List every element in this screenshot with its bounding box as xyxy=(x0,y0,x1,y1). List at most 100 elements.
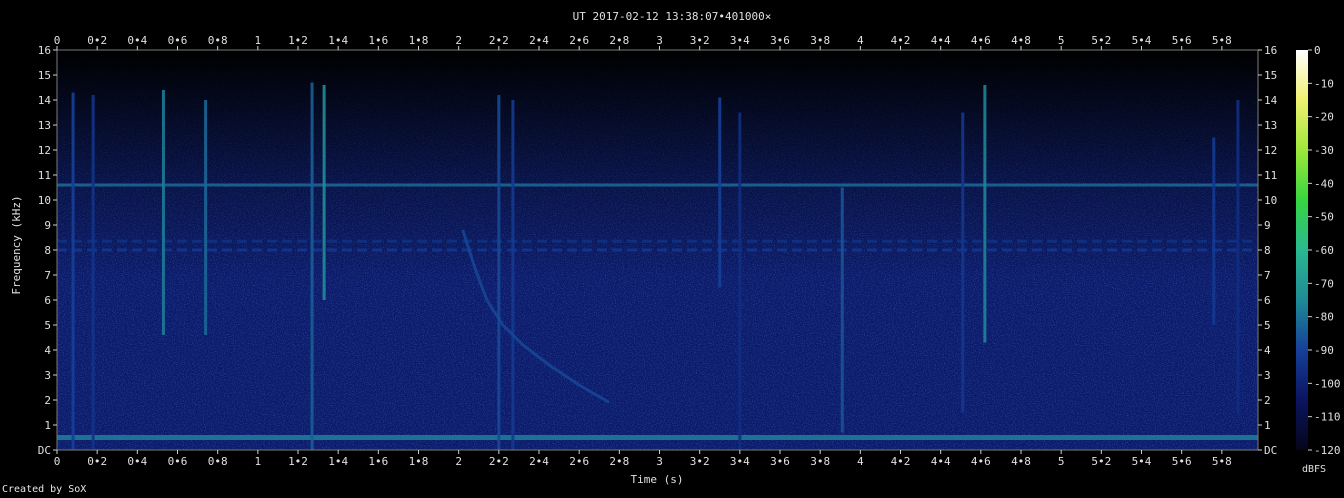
y-tick-label-right: 4 xyxy=(1264,344,1271,357)
x-tick-label-top: 5 xyxy=(1058,34,1065,47)
x-tick-label-top: 5•8 xyxy=(1212,34,1232,47)
x-tick-label-top: 4•2 xyxy=(891,34,911,47)
x-tick-label-bottom: 3•6 xyxy=(770,455,790,468)
x-tick-label-bottom: 4•2 xyxy=(891,455,911,468)
colorbar-tick-label: 0 xyxy=(1314,44,1321,57)
x-tick-label-top: 3•6 xyxy=(770,34,790,47)
x-tick-label-top: 2 xyxy=(455,34,462,47)
y-tick-label-right: 14 xyxy=(1264,94,1278,107)
x-tick-label-bottom: 1 xyxy=(255,455,262,468)
y-tick-label-left: 1 xyxy=(44,419,51,432)
colorbar-tick-label: -80 xyxy=(1314,311,1334,324)
x-tick-label-top: 5•4 xyxy=(1132,34,1152,47)
x-tick-label-top: 4•4 xyxy=(931,34,951,47)
x-tick-label-bottom: 4•4 xyxy=(931,455,951,468)
x-tick-label-top: 3•8 xyxy=(810,34,830,47)
y-tick-label-left: 3 xyxy=(44,369,51,382)
y-axis-right: DC12345678910111213141516 xyxy=(1258,44,1278,457)
y-tick-label-right: 10 xyxy=(1264,194,1277,207)
colorbar: 0 -10 -20 -30 -40 -50 -60 -70 -80 -90 -100 -110 -120… xyxy=(1296,44,1341,475)
colorbar-tick-label: -60 xyxy=(1314,244,1334,257)
y-tick-label-left: 10 xyxy=(38,194,51,207)
x-tick-label-bottom: 5•8 xyxy=(1212,455,1232,468)
x-tick-label-bottom: 0•6 xyxy=(168,455,188,468)
y-axis-label: Frequency (kHz) xyxy=(10,195,23,294)
x-tick-label-top: 1•8 xyxy=(409,34,429,47)
y-tick-label-right: 13 xyxy=(1264,119,1277,132)
y-tick-label-left: 14 xyxy=(38,94,52,107)
y-tick-label-left: 16 xyxy=(38,44,51,57)
x-tick-label-top: 0•2 xyxy=(87,34,107,47)
y-tick-label-left: 4 xyxy=(44,344,51,357)
x-tick-label-bottom: 4•8 xyxy=(1011,455,1031,468)
x-tick-label-top: 4•6 xyxy=(971,34,991,47)
x-tick-label-bottom: 0•4 xyxy=(127,455,147,468)
y-tick-label-right: 12 xyxy=(1264,144,1277,157)
x-tick-label-bottom: 4•6 xyxy=(971,455,991,468)
x-tick-label-bottom: 3•4 xyxy=(730,455,750,468)
colorbar-gradient xyxy=(1296,50,1308,450)
x-tick-label-bottom: 5•6 xyxy=(1172,455,1192,468)
x-tick-label-top: 0•4 xyxy=(127,34,147,47)
y-tick-label-right: 16 xyxy=(1264,44,1277,57)
x-tick-label-bottom: 1•2 xyxy=(288,455,308,468)
y-tick-label-left: 13 xyxy=(38,119,51,132)
x-tick-label-bottom: 2 xyxy=(455,455,462,468)
x-tick-label-top: 3•2 xyxy=(690,34,710,47)
x-tick-label-top: 1•2 xyxy=(288,34,308,47)
x-tick-label-bottom: 5 xyxy=(1058,455,1065,468)
x-tick-label-top: 3 xyxy=(656,34,663,47)
y-tick-label-left: 2 xyxy=(44,394,51,407)
colorbar-tick-label: -50 xyxy=(1314,211,1334,224)
y-tick-label-right: 1 xyxy=(1264,419,1271,432)
colorbar-tick-label: -40 xyxy=(1314,177,1334,190)
x-tick-label-bottom: 2•6 xyxy=(569,455,589,468)
x-tick-label-bottom: 1•6 xyxy=(368,455,388,468)
chart-title: UT 2017-02-12 13:38:07•401000× xyxy=(573,10,772,23)
y-tick-label-left: 6 xyxy=(44,294,51,307)
x-tick-label-top: 2•4 xyxy=(529,34,549,47)
x-tick-label-top: 4 xyxy=(857,34,864,47)
x-tick-label-bottom: 3•8 xyxy=(810,455,830,468)
y-tick-label-left: 5 xyxy=(44,319,51,332)
x-tick-label-bottom: 5•4 xyxy=(1132,455,1152,468)
colorbar-tick-label: -100 xyxy=(1314,377,1341,390)
y-tick-label-right: 2 xyxy=(1264,394,1271,407)
x-tick-label-bottom: 0•2 xyxy=(87,455,107,468)
y-tick-label-left: 9 xyxy=(44,219,51,232)
x-tick-label-top: 5•2 xyxy=(1091,34,1111,47)
y-tick-label-left: 8 xyxy=(44,244,51,257)
y-axis-left: DC12345678910111213141516 xyxy=(38,44,57,457)
x-tick-label-top: 2•2 xyxy=(489,34,509,47)
y-tick-label-left: 11 xyxy=(38,169,51,182)
plot-area xyxy=(56,49,1259,451)
x-tick-label-top: 1 xyxy=(255,34,262,47)
y-tick-label-right: 9 xyxy=(1264,219,1271,232)
x-axis-label: Time (s) xyxy=(631,473,684,486)
x-tick-label-top: 0 xyxy=(54,34,61,47)
x-tick-label-top: 5•6 xyxy=(1172,34,1192,47)
colorbar-tick-label: -110 xyxy=(1314,411,1341,424)
y-tick-label-right: 5 xyxy=(1264,319,1271,332)
spectrogram-figure: UT 2017-02-12 13:38:07•401000× 0 0•2 0•4 0•… xyxy=(10,10,1341,486)
y-tick-label-right: 3 xyxy=(1264,369,1271,382)
x-tick-label-bottom: 4 xyxy=(857,455,864,468)
x-tick-label-bottom: 5•2 xyxy=(1091,455,1111,468)
x-tick-label-bottom: 0•8 xyxy=(208,455,228,468)
x-tick-label-bottom: 2•8 xyxy=(609,455,629,468)
x-tick-label-top: 1•6 xyxy=(368,34,388,47)
x-tick-label-top: 4•8 xyxy=(1011,34,1031,47)
x-tick-label-bottom: 2•2 xyxy=(489,455,509,468)
x-tick-label-top: 0•8 xyxy=(208,34,228,47)
y-tick-label-left: 15 xyxy=(38,69,51,82)
colorbar-tick-label: -70 xyxy=(1314,277,1334,290)
x-tick-label-top: 0•6 xyxy=(168,34,188,47)
y-tick-label-right: DC xyxy=(1264,444,1277,457)
colorbar-label: dBFS xyxy=(1302,464,1326,475)
y-tick-label-left: 12 xyxy=(38,144,51,157)
y-tick-label-right: 8 xyxy=(1264,244,1271,257)
x-tick-label-top: 2•8 xyxy=(609,34,629,47)
x-tick-label-bottom: 1•8 xyxy=(409,455,429,468)
x-tick-label-top: 2•6 xyxy=(569,34,589,47)
colorbar-tick-label: -20 xyxy=(1314,111,1334,124)
